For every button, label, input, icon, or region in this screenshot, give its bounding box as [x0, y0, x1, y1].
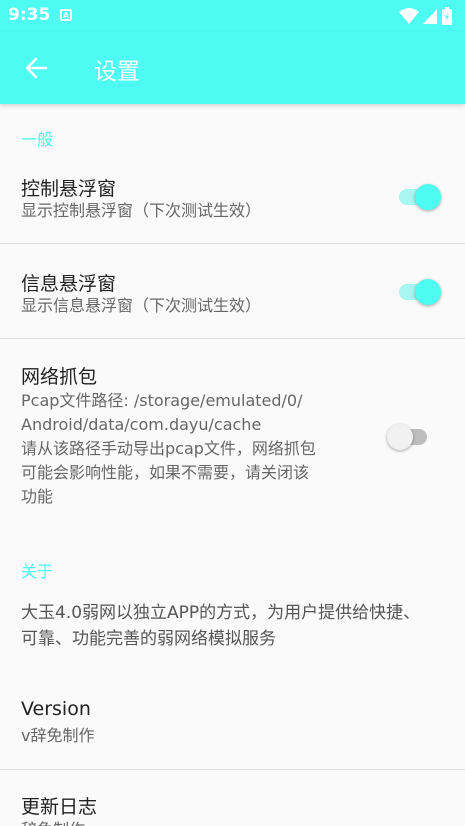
switch-thumb — [415, 184, 441, 210]
about-description-line: 大玉4.0弱网以独立APP的方式，为用户提供给快捷、 — [21, 603, 421, 623]
pref-changelog-summary: 辞免制作 — [21, 818, 85, 826]
capture-summary-line: 功能 — [21, 487, 54, 506]
pref-float-control-title: 控制悬浮窗 — [21, 178, 117, 200]
capture-summary-line: 请从该路径手动导出pcap文件，网络抓包 — [21, 439, 316, 458]
pref-version-summary: v辞免制作 — [21, 726, 95, 745]
float-control-switch[interactable] — [395, 179, 441, 215]
about-description-line: 可靠、功能完善的弱网络模拟服务 — [21, 629, 276, 649]
system-icons — [399, 7, 452, 25]
pref-capture-title: 网络抓包 — [21, 366, 98, 388]
switch-thumb — [387, 424, 413, 450]
switch-thumb — [415, 279, 441, 305]
pref-version-title: Version — [21, 698, 91, 720]
battery-icon — [442, 7, 452, 25]
category-general: 一般 — [21, 130, 54, 149]
pref-float-info-summary: 显示信息悬浮窗（下次测试生效） — [21, 296, 262, 315]
pref-version[interactable]: Version v辞免制作 — [0, 678, 465, 768]
capture-summary-line: Android/data/com.dayu/cache — [21, 415, 262, 434]
app-toolbar: 设置 — [0, 32, 465, 104]
category-about: 关于 — [21, 562, 54, 581]
pref-float-control[interactable]: 控制悬浮窗 显示控制悬浮窗（下次测试生效） — [0, 154, 465, 242]
status-time: 9:35 — [8, 5, 51, 25]
about-description: 大玉4.0弱网以独立APP的方式，为用户提供给快捷、 可靠、功能完善的弱网络模拟… — [0, 588, 465, 668]
notification-a-icon: A — [60, 9, 72, 21]
float-info-switch[interactable] — [395, 274, 441, 310]
wifi-icon — [399, 8, 419, 24]
status-bar: 9:35 A — [0, 0, 465, 32]
pref-float-control-summary: 显示控制悬浮窗（下次测试生效） — [21, 201, 262, 220]
capture-summary-line: Pcap文件路径: /storage/emulated/0/ — [21, 391, 303, 410]
pref-changelog-title: 更新日志 — [21, 796, 98, 818]
pref-float-info[interactable]: 信息悬浮窗 显示信息悬浮窗（下次测试生效） — [0, 244, 465, 338]
settings-list[interactable]: 一般 控制悬浮窗 显示控制悬浮窗（下次测试生效） 信息悬浮窗 显示信息悬浮窗（下… — [0, 104, 465, 826]
arrow-left-icon[interactable] — [22, 54, 50, 82]
pref-capture[interactable]: 网络抓包 Pcap文件路径: /storage/emulated/0/ Andr… — [0, 339, 465, 524]
page-title: 设置 — [94, 59, 140, 85]
pref-changelog[interactable]: 更新日志 辞免制作 — [0, 770, 465, 826]
signal-icon — [423, 9, 437, 24]
pref-float-info-title: 信息悬浮窗 — [21, 273, 117, 295]
capture-summary-line: 可能会影响性能，如果不需要，请关闭该 — [21, 463, 310, 482]
capture-switch[interactable] — [387, 419, 433, 455]
